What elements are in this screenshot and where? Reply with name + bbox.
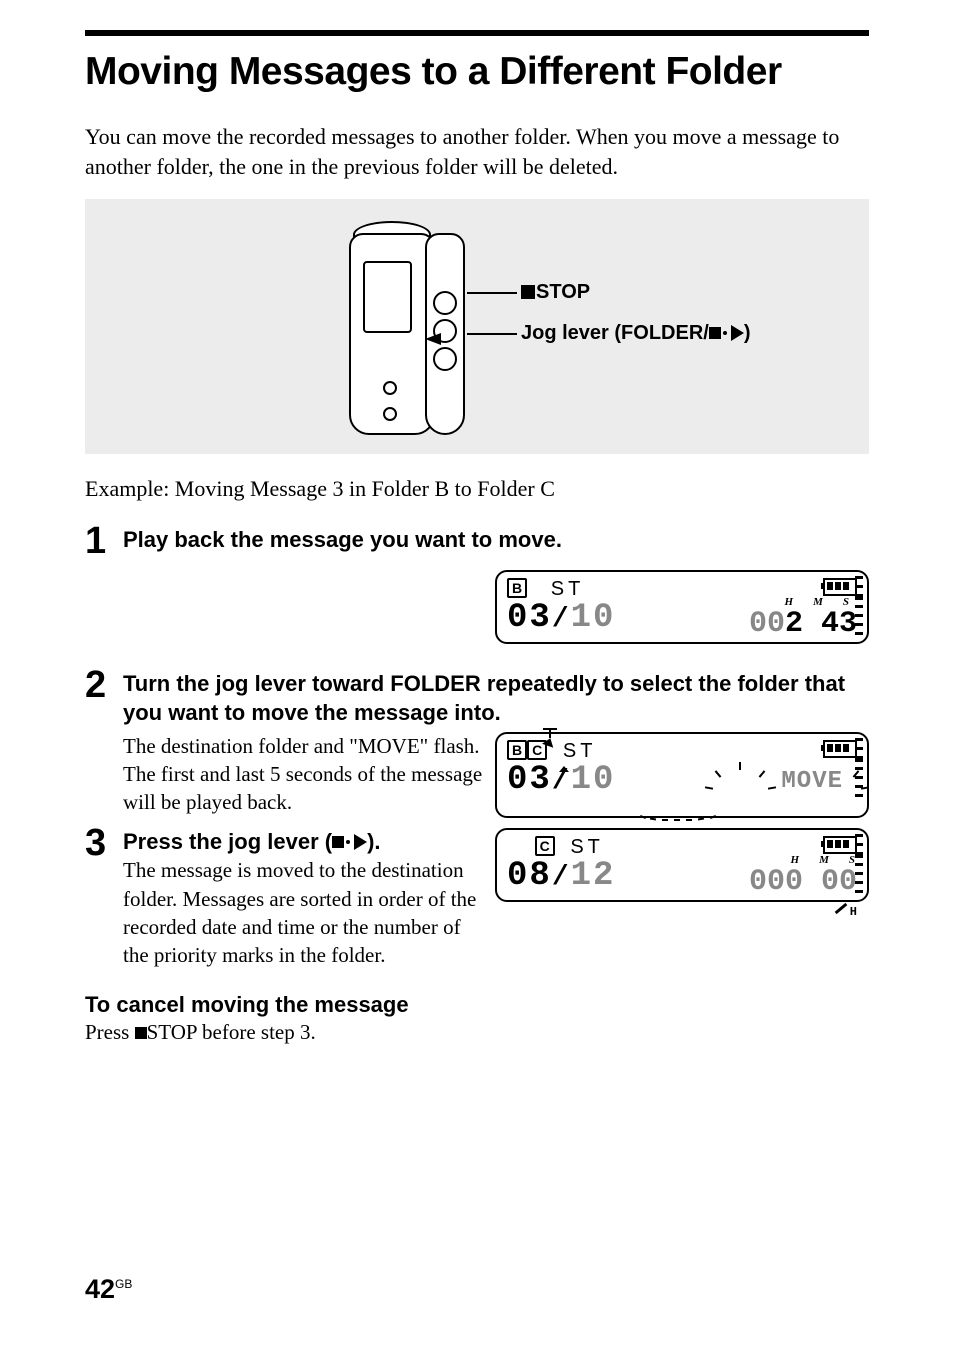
folder-icon: C (527, 740, 547, 760)
callout-stop: STOP (521, 281, 590, 304)
cancel-heading: To cancel moving the message (85, 992, 869, 1018)
stop-icon (135, 1027, 147, 1039)
device-illustration: STOP Jog lever (FOLDER/) (85, 199, 869, 454)
battery-icon (823, 740, 857, 758)
folder-icon: B (507, 578, 527, 598)
lcd-display-1: B ST 03/10 HMS 002 43 (495, 570, 869, 644)
pen-icon (834, 899, 850, 915)
play-icon (731, 325, 744, 341)
step-number-1: 1 (85, 522, 123, 560)
step2-heading: Turn the jog lever toward FOLDER repeate… (123, 670, 869, 727)
callout-jog: Jog lever (FOLDER/) (521, 322, 750, 345)
stop-icon (332, 836, 344, 848)
step3-heading: Press the jog lever (). (123, 828, 483, 857)
folder-icon: B (507, 740, 527, 760)
page-title: Moving Messages to a Different Folder (85, 50, 869, 94)
battery-icon (823, 836, 857, 854)
page-number: 42GB (85, 1274, 132, 1305)
lcd-display-2: BC ST 03/10 MOVE (495, 732, 869, 818)
battery-icon (823, 578, 857, 596)
lcd-display-3: C ST 08/12 HMS 000 00 H (495, 828, 869, 902)
play-icon (354, 834, 367, 850)
stop-icon (521, 285, 535, 299)
intro-paragraph: You can move the recorded messages to an… (85, 122, 869, 181)
example-text: Example: Moving Message 3 in Folder B to… (85, 476, 869, 502)
step2-text: The destination folder and "MOVE" flash.… (123, 732, 495, 817)
step-number-3: 3 (85, 824, 123, 972)
step3-text: The message is moved to the destination … (123, 856, 483, 969)
stop-icon (709, 327, 721, 339)
step1-heading: Play back the message you want to move. (123, 526, 869, 555)
cancel-text: Press STOP before step 3. (85, 1018, 869, 1046)
step-number-2: 2 (85, 666, 123, 727)
folder-icon: C (535, 836, 555, 856)
